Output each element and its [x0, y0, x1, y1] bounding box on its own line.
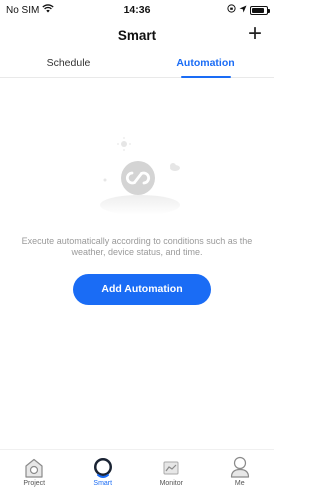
active-tab-indicator: [180, 76, 231, 78]
chart-icon: [163, 461, 179, 475]
status-left: No SIM: [6, 4, 55, 16]
add-button[interactable]: +: [242, 22, 268, 48]
tab-automation[interactable]: Automation: [137, 50, 274, 78]
tab-schedule-label: Schedule: [46, 57, 91, 69]
tab-automation-label: Automation: [176, 57, 235, 69]
tab-bar-top: Schedule Automation: [0, 50, 274, 78]
wifi-icon: [42, 4, 55, 16]
status-bar: No SIM 14:36: [0, 0, 274, 20]
nav-item-me[interactable]: Me: [206, 450, 275, 489]
person-icon: [230, 456, 249, 478]
nav-item-smart[interactable]: Smart: [69, 450, 138, 489]
nav-label-monitor: Monitor: [159, 480, 183, 487]
cloud-icon: [170, 163, 180, 171]
location-icon: [239, 5, 247, 16]
nav-item-project[interactable]: Project: [0, 450, 69, 489]
sun-icon: [117, 137, 131, 151]
empty-state-description: Execute automatically according to condi…: [21, 236, 253, 257]
nav-label-me: Me: [234, 480, 245, 487]
house-icon: [25, 458, 43, 478]
smart-bulb-icon: [93, 458, 112, 478]
tab-schedule[interactable]: Schedule: [0, 50, 137, 77]
page-title: Smart: [117, 27, 157, 43]
bottom-navigation: Project Smart Monitor Me: [0, 449, 274, 489]
nav-bar: Smart +: [0, 20, 274, 50]
add-automation-button[interactable]: Add Automation: [73, 274, 211, 305]
nav-label-project: Project: [23, 480, 46, 487]
empty-state-illustration: [95, 135, 185, 215]
status-right: [227, 4, 270, 16]
orientation-lock-icon: [227, 4, 236, 16]
nav-label-smart: Smart: [93, 480, 113, 487]
carrier-label: No SIM: [6, 4, 40, 16]
battery-icon: [250, 5, 270, 15]
nav-item-monitor[interactable]: Monitor: [137, 450, 206, 489]
